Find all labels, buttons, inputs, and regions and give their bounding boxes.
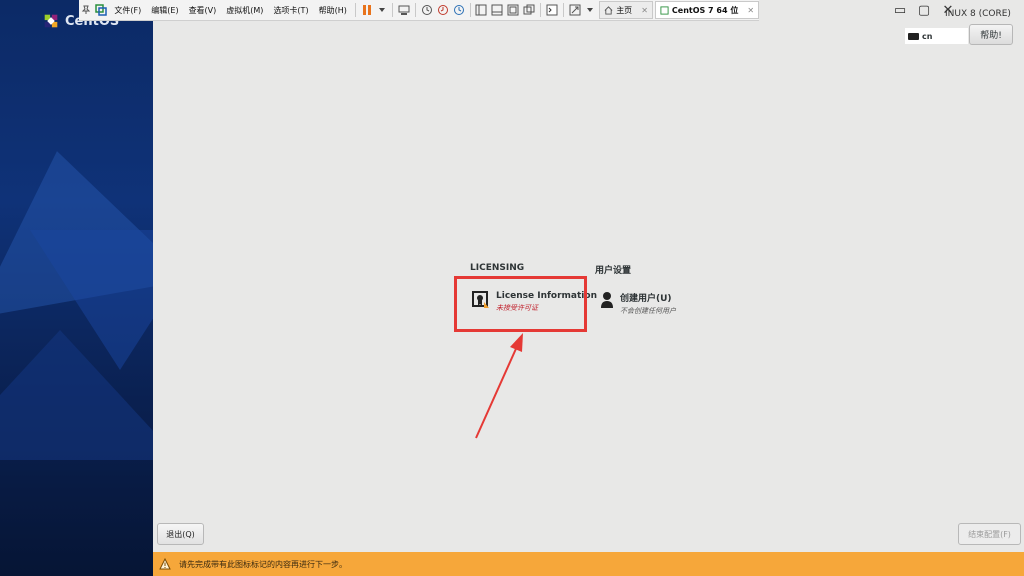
annotation-arrow-icon: [475, 333, 523, 439]
warning-bar: 请先完成带有此图标标记的内容再进行下一步。: [153, 552, 1024, 576]
quit-button[interactable]: 退出(Q): [157, 523, 204, 545]
warning-message: 请先完成带有此图标标记的内容再进行下一步。: [179, 559, 347, 569]
finish-configuration-button[interactable]: 结束配置(F): [958, 523, 1021, 545]
warning-icon: [159, 558, 171, 570]
